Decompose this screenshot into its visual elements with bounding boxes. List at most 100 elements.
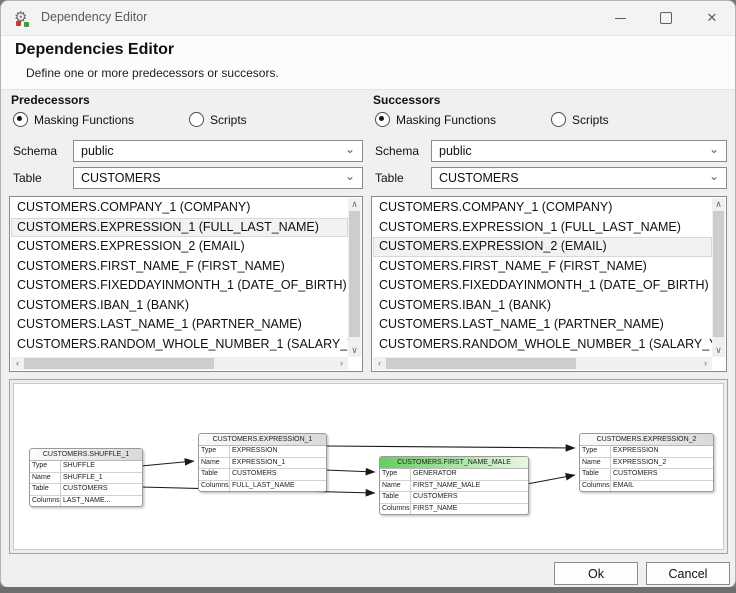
list-item[interactable]: CUSTOMERS.EXPRESSION_2 (EMAIL)	[11, 237, 348, 257]
list-item[interactable]: CUSTOMERS.RANDOM_WHOLE_NUMBER_1 (SALARY_…	[11, 335, 348, 355]
list-item[interactable]: CUSTOMERS.FIRST_NAME_F (FIRST_NAME)	[11, 257, 348, 277]
schema-dropdown[interactable]: public ⌄	[431, 140, 727, 162]
scroll-up-icon[interactable]: ∧	[348, 198, 361, 211]
predecessors-radio-row: Masking Functions Scripts	[11, 112, 365, 128]
gear-green-accent	[24, 22, 29, 27]
node-row-label: Name	[580, 457, 611, 468]
graph-node-shuffle-1[interactable]: CUSTOMERS.SHUFFLE_1 Type SHUFFLE Name SHUF…	[29, 448, 143, 507]
schema-dropdown[interactable]: public ⌄	[73, 140, 363, 162]
chevron-down-icon: ⌄	[708, 142, 719, 156]
scroll-down-icon[interactable]: ∨	[712, 344, 725, 357]
table-value: CUSTOMERS	[81, 171, 161, 185]
horizontal-scrollbar[interactable]: ‹ ›	[11, 357, 348, 370]
scroll-right-icon[interactable]: ›	[335, 357, 348, 370]
list-item[interactable]: CUSTOMERS.COMPANY_1 (COMPANY)	[11, 198, 348, 218]
radio-scripts[interactable]: Scripts	[551, 112, 609, 127]
predecessors-title: Predecessors	[11, 93, 90, 107]
close-button[interactable]: ✕	[689, 1, 735, 35]
ok-button[interactable]: Ok	[554, 562, 638, 585]
node-row-label: Columns	[30, 495, 61, 506]
table-dropdown[interactable]: CUSTOMERS ⌄	[431, 167, 727, 189]
list-item[interactable]: CUSTOMERS.COMPANY_1 (COMPANY)	[373, 198, 712, 218]
close-icon: ✕	[706, 10, 718, 25]
scrollbar-thumb[interactable]	[713, 211, 724, 337]
predecessors-listbox: CUSTOMERS.COMPANY_1 (COMPANY) CUSTOMERS.…	[9, 196, 363, 372]
list-item[interactable]: CUSTOMERS.EXPRESSION_1 (FULL_LAST_NAME)	[373, 218, 712, 238]
list-item[interactable]: CUSTOMERS.FIXEDDAYINMONTH_1 (DATE_OF_BIR…	[11, 276, 348, 296]
scroll-down-icon[interactable]: ∨	[348, 344, 361, 357]
list-item[interactable]: CUSTOMERS.LAST_NAME_1 (PARTNER_NAME)	[11, 315, 348, 335]
dependency-editor-dialog: ⚙ Dependency Editor ✕ Dependencies Edito…	[0, 0, 736, 588]
list-item-selected[interactable]: CUSTOMERS.EXPRESSION_1 (FULL_LAST_NAME)	[11, 217, 348, 237]
radio-scripts[interactable]: Scripts	[189, 112, 247, 127]
radio-button-icon[interactable]	[375, 112, 390, 127]
node-row-value: LAST_NAME...	[63, 496, 111, 504]
chevron-down-icon: ⌄	[344, 142, 355, 156]
node-title: CUSTOMERS.EXPRESSION_1	[199, 434, 326, 446]
table-label: Table	[375, 171, 404, 185]
schema-label: Schema	[375, 144, 420, 158]
table-label: Table	[13, 171, 42, 185]
graph-node-expression-2[interactable]: CUSTOMERS.EXPRESSION_2 Type EXPRESSION Na…	[579, 433, 714, 492]
radio-button-icon[interactable]	[551, 112, 566, 127]
radio-label: Scripts	[572, 112, 609, 127]
radio-masking-functions[interactable]: Masking Functions	[375, 112, 496, 127]
radio-button-icon[interactable]	[189, 112, 204, 127]
node-row-value: SHUFFLE	[63, 462, 95, 469]
node-row-value: FULL_LAST_NAME	[232, 481, 295, 489]
scrollbar-thumb[interactable]	[386, 358, 576, 369]
node-row-label: Type	[580, 446, 611, 457]
minimize-button[interactable]	[597, 1, 643, 35]
graph-node-expression-1[interactable]: CUSTOMERS.EXPRESSION_1 Type EXPRESSION Na…	[198, 433, 327, 492]
horizontal-scrollbar[interactable]: ‹ ›	[373, 357, 712, 370]
node-row-value: EXPRESSION	[232, 447, 278, 454]
node-row-value: EXPRESSION_1	[232, 458, 286, 466]
radio-masking-functions[interactable]: Masking Functions	[13, 112, 134, 127]
node-row-label: Type	[380, 469, 411, 480]
scroll-up-icon[interactable]: ∧	[712, 198, 725, 211]
node-row-value: FIRST_NAME_MALE	[413, 481, 481, 489]
node-row-label: Table	[380, 492, 411, 503]
minimize-icon	[614, 17, 626, 19]
radio-label: Masking Functions	[396, 112, 497, 127]
maximize-icon	[660, 12, 672, 24]
list-items: CUSTOMERS.COMPANY_1 (COMPANY) CUSTOMERS.…	[11, 198, 348, 357]
list-item[interactable]: CUSTOMERS.IBAN_1 (BANK)	[11, 296, 348, 316]
node-row-label: Table	[30, 484, 61, 495]
scrollbar-thumb[interactable]	[24, 358, 214, 369]
vertical-scrollbar[interactable]: ∧ ∨	[348, 198, 361, 357]
scroll-left-icon[interactable]: ‹	[11, 357, 24, 370]
node-row-label: Name	[30, 472, 61, 483]
list-item[interactable]: CUSTOMERS.RANDOM_WHOLE_NUMBER_1 (SALARY_…	[373, 335, 712, 355]
node-row-label: Columns	[380, 503, 411, 514]
list-item[interactable]: CUSTOMERS.IBAN_1 (BANK)	[373, 296, 712, 316]
radio-button-icon[interactable]	[13, 112, 28, 127]
radio-label: Masking Functions	[34, 112, 135, 127]
list-item[interactable]: CUSTOMERS.LAST_NAME_1 (PARTNER_NAME)	[373, 315, 712, 335]
schema-value: public	[81, 144, 114, 158]
maximize-button[interactable]	[643, 1, 689, 35]
scroll-left-icon[interactable]: ‹	[373, 357, 386, 370]
successors-title: Successors	[373, 93, 441, 107]
node-row-label: Table	[580, 469, 611, 480]
list-item-selected[interactable]: CUSTOMERS.EXPRESSION_2 (EMAIL)	[373, 237, 712, 257]
dependency-graph-canvas[interactable]: CUSTOMERS.SHUFFLE_1 Type SHUFFLE Name SHUF…	[13, 383, 724, 550]
list-item[interactable]: CUSTOMERS.FIRST_NAME_F (FIRST_NAME)	[373, 257, 712, 277]
node-row-value: CUSTOMERS	[63, 485, 108, 492]
node-row-label: Name	[380, 480, 411, 491]
title-bar[interactable]: ⚙ Dependency Editor ✕	[1, 1, 735, 36]
node-title: CUSTOMERS.EXPRESSION_2	[580, 434, 713, 446]
node-title: CUSTOMERS.FIRST_NAME_MALE	[380, 457, 528, 469]
list-item[interactable]: CUSTOMERS.FIXEDDAYINMONTH_1 (DATE_OF_BIR…	[373, 276, 712, 296]
node-row-label: Name	[199, 457, 230, 468]
scrollbar-thumb[interactable]	[349, 211, 360, 337]
cancel-button[interactable]: Cancel	[646, 562, 730, 585]
scroll-right-icon[interactable]: ›	[699, 357, 712, 370]
node-row-value: SHUFFLE_1	[63, 473, 103, 481]
node-title: CUSTOMERS.SHUFFLE_1	[30, 449, 142, 461]
node-row-value: EXPRESSION	[613, 447, 659, 454]
vertical-scrollbar[interactable]: ∧ ∨	[712, 198, 725, 357]
table-dropdown[interactable]: CUSTOMERS ⌄	[73, 167, 363, 189]
graph-node-first-name-male[interactable]: CUSTOMERS.FIRST_NAME_MALE Type GENERATOR …	[379, 456, 529, 515]
node-row-value: CUSTOMERS	[232, 470, 277, 477]
